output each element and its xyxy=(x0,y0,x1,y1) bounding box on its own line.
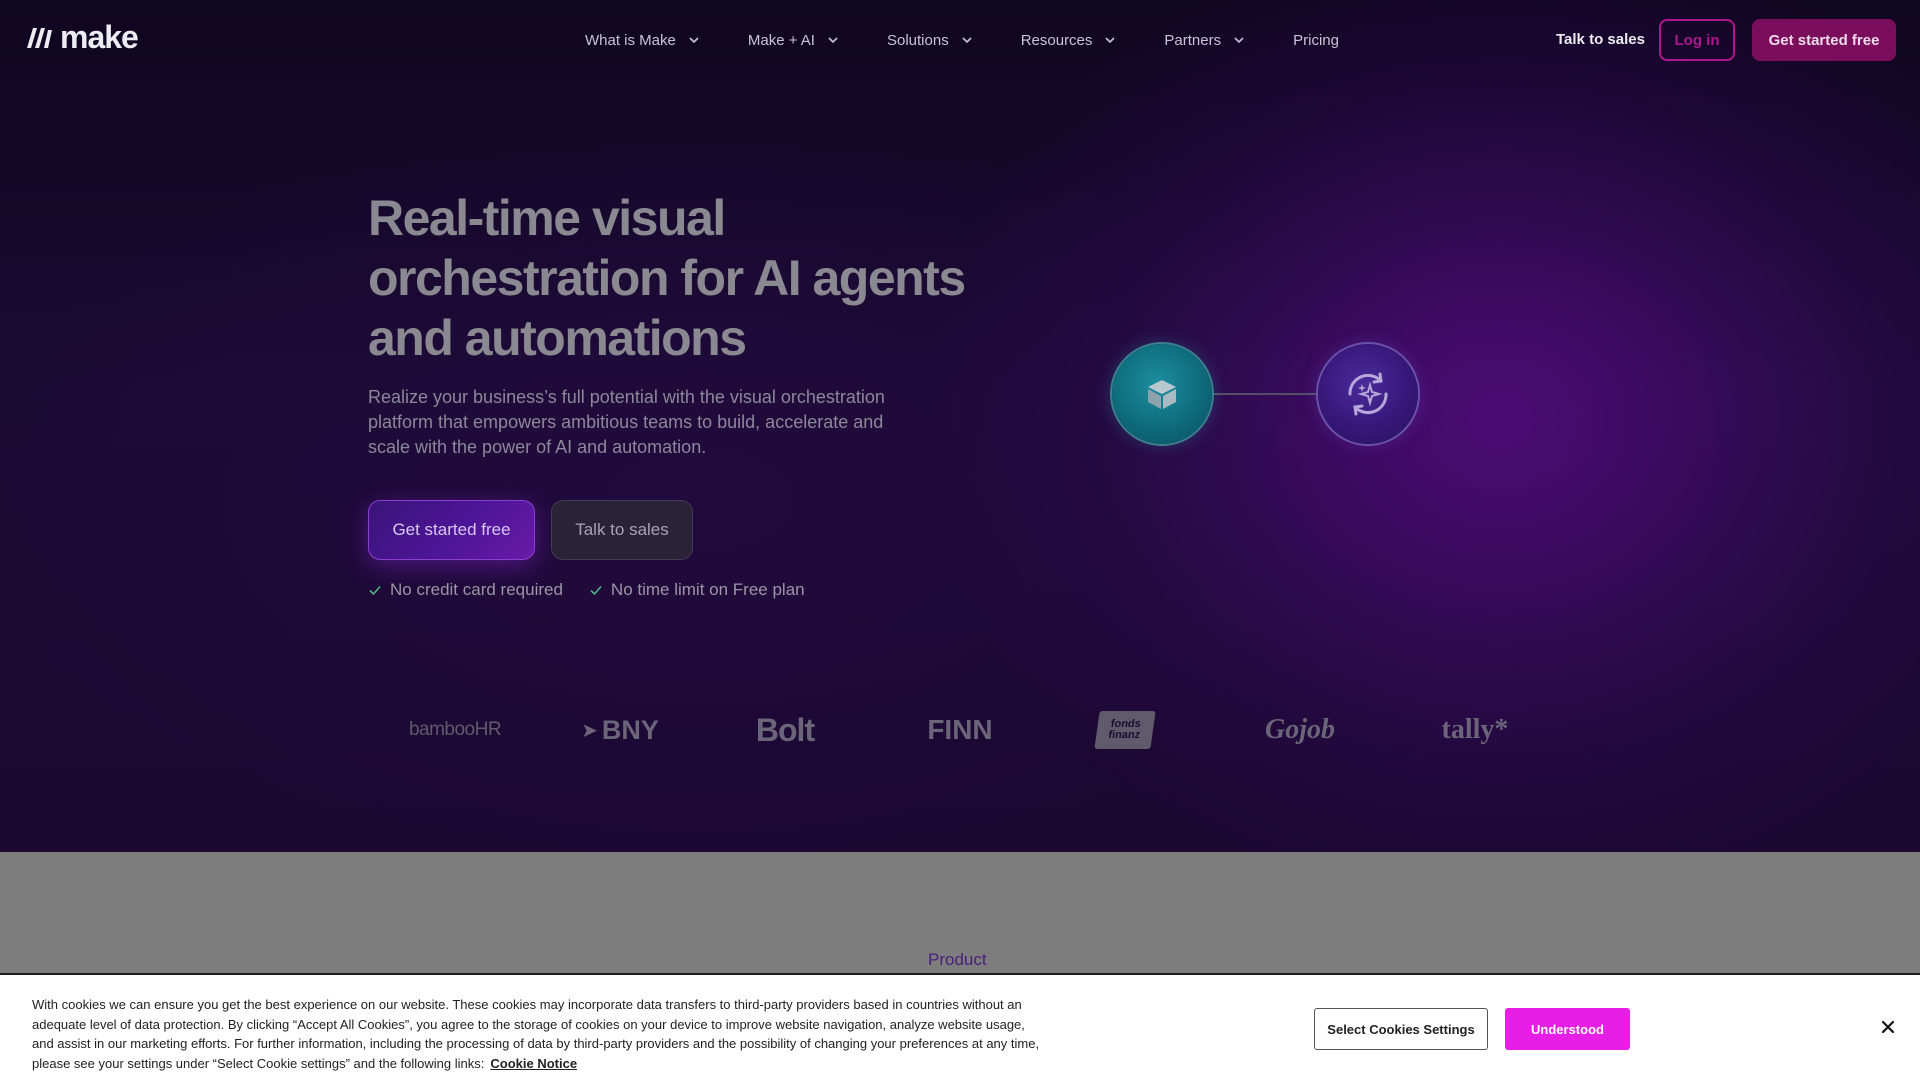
hero-get-started-button[interactable]: Get started free xyxy=(368,500,535,560)
nav-make-ai[interactable]: Make + AI xyxy=(748,28,839,52)
hero-talk-to-sales-button[interactable]: Talk to sales xyxy=(551,500,693,560)
check-icon xyxy=(590,585,602,596)
cookie-banner: With cookies we can ensure you get the b… xyxy=(0,973,1920,1080)
automation-flow-diagram xyxy=(1112,344,1418,446)
nav-label: Partners xyxy=(1164,31,1222,49)
bamboohr-logo: bambooHR xyxy=(408,719,502,740)
nav-solutions[interactable]: Solutions xyxy=(887,28,973,52)
site-header: make What is Make Make + AI Solutions Re… xyxy=(0,0,1920,80)
cookie-notice-link[interactable]: Cookie Notice xyxy=(490,1056,577,1071)
chevron-down-icon xyxy=(1234,37,1244,44)
benefit-item: No time limit on Free plan xyxy=(589,580,805,600)
hero-subcopy: Realize your business’s full potential w… xyxy=(368,387,885,457)
cookie-settings-button[interactable]: Select Cookies Settings xyxy=(1314,1008,1488,1050)
fondsfinanz-logo-text: fonds finanz xyxy=(1107,718,1142,741)
client-logos: bambooHR ➤ BNY Bolt FINN fonds finanz Goj… xyxy=(400,700,1520,760)
nav-label: Make + AI xyxy=(747,31,815,49)
fondsfinanz-logo: fonds finanz xyxy=(1090,700,1160,760)
nav-resources[interactable]: Resources xyxy=(1021,28,1117,52)
benefit-item: No credit card required xyxy=(368,580,563,600)
nav-label: Pricing xyxy=(1293,31,1339,49)
make-logo-icon xyxy=(27,28,52,48)
benefit-text: No credit card required xyxy=(390,580,563,599)
cookie-accept-button[interactable]: Understood xyxy=(1505,1008,1630,1050)
nav-label: What is Make xyxy=(585,31,676,49)
chevron-down-icon xyxy=(689,37,699,44)
benefit-text: No time limit on Free plan xyxy=(610,580,805,599)
flow-connector xyxy=(1212,393,1318,395)
page: make What is Make Make + AI Solutions Re… xyxy=(0,0,1920,1080)
bny-logo-text: BNY xyxy=(601,714,659,745)
main-nav: What is Make Make + AI Solutions Resourc… xyxy=(585,28,1339,52)
finn-logo: FINN xyxy=(927,714,993,745)
nav-label: Solutions xyxy=(886,31,949,49)
logo-wordmark: make xyxy=(60,19,139,55)
chevron-down-icon xyxy=(828,37,838,44)
section-label-product: Product xyxy=(928,950,987,969)
close-icon[interactable] xyxy=(1878,1017,1898,1037)
nav-partners[interactable]: Partners xyxy=(1164,28,1245,52)
chevron-down-icon xyxy=(1105,37,1115,44)
talk-to-sales-link[interactable]: Talk to sales xyxy=(1556,31,1645,48)
flow-node-ai xyxy=(1318,344,1418,444)
chevron-down-icon xyxy=(962,37,972,44)
login-button[interactable]: Log in xyxy=(1659,19,1735,61)
benefit-list: No credit card required No time limit on… xyxy=(368,580,805,600)
make-logo[interactable]: make xyxy=(24,19,139,55)
hero-section: make What is Make Make + AI Solutions Re… xyxy=(0,0,1920,852)
nav-what-is-make[interactable]: What is Make xyxy=(585,28,700,52)
box-icon xyxy=(1148,380,1176,409)
check-icon xyxy=(369,585,381,596)
sparkle-refresh-icon xyxy=(1348,372,1388,416)
flow-node-box xyxy=(1112,344,1212,444)
header-get-started-button[interactable]: Get started free xyxy=(1752,19,1896,61)
nav-pricing[interactable]: Pricing xyxy=(1293,28,1339,52)
tally-logo: tally* xyxy=(1441,714,1509,745)
hero-headline: Real-time visual orchestration for AI ag… xyxy=(368,190,966,366)
nav-label: Resources xyxy=(1020,31,1093,49)
cookie-text: With cookies we can ensure you get the b… xyxy=(32,995,1042,1073)
bny-logo: ➤ BNY xyxy=(581,714,659,745)
bolt-logo: Bolt xyxy=(755,711,815,748)
gojob-logo: Gojob xyxy=(1265,714,1335,745)
